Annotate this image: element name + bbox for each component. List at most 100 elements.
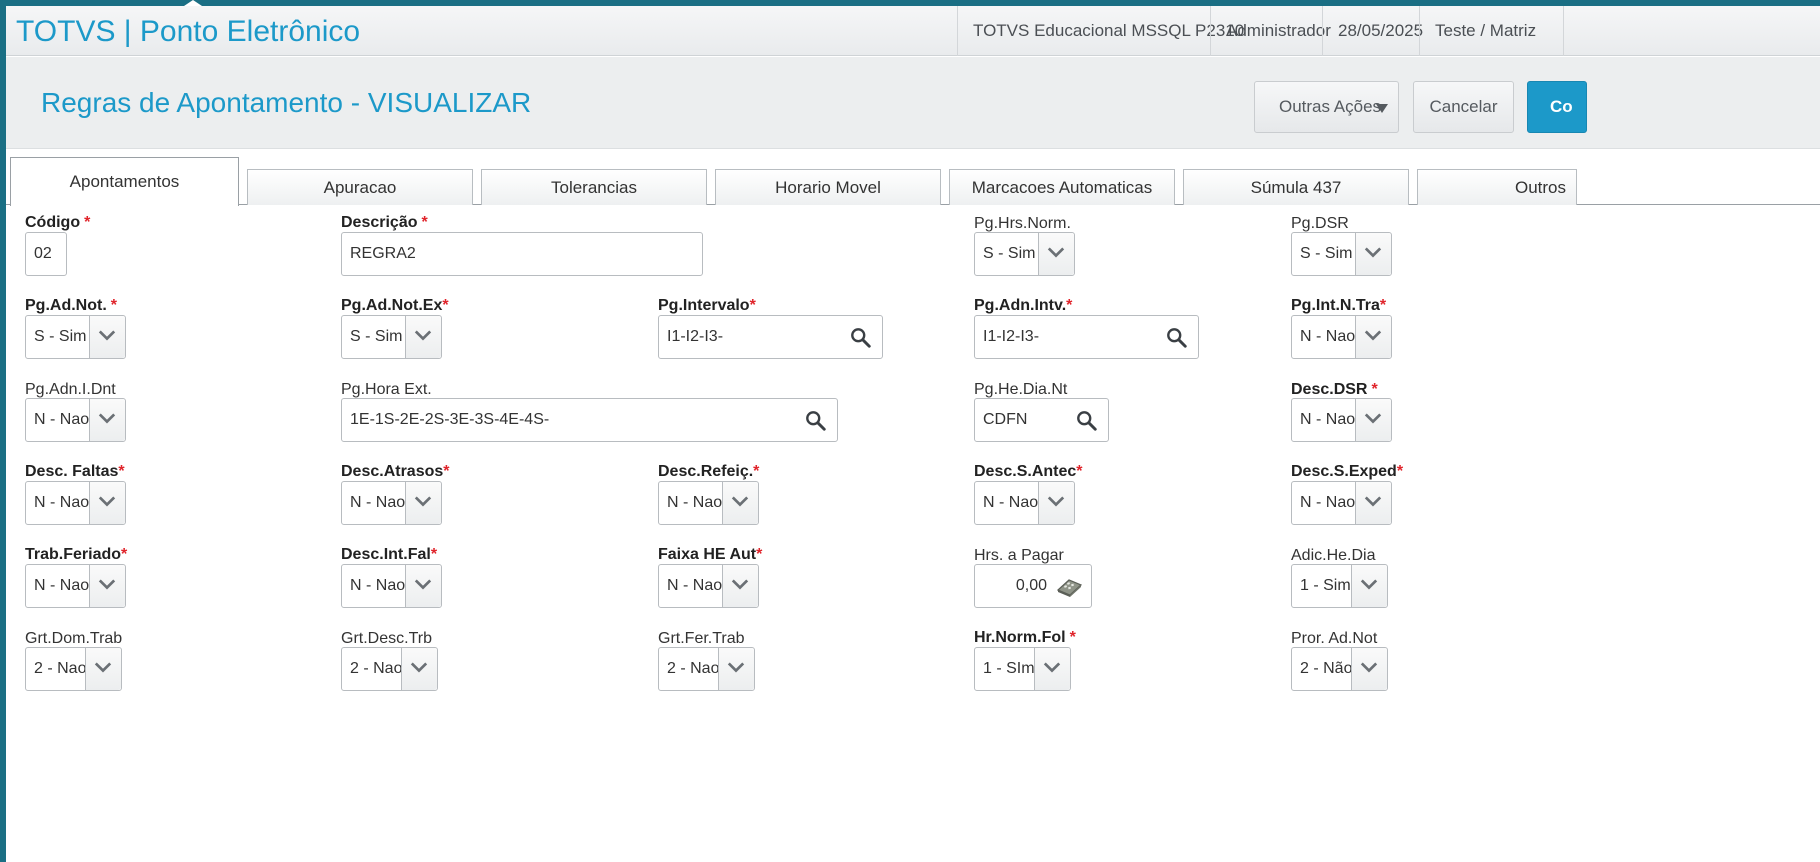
chevron-down-icon — [1364, 330, 1382, 341]
required-mark: * — [756, 546, 763, 563]
chevron-down-icon — [98, 496, 116, 507]
required-mark: * — [1076, 463, 1083, 480]
pg-ad-not-select[interactable]: S - Sim — [25, 315, 126, 359]
desc-int-fal-select[interactable]: N - Nao — [341, 564, 442, 608]
tab-apontamentos[interactable]: Apontamentos — [10, 157, 239, 206]
outras-acoes-label: Outras Ações — [1279, 97, 1382, 116]
pg-int-n-tra-label: Pg.Int.N.Tra* — [1291, 297, 1387, 314]
pg-adn-intv-label: Pg.Adn.Intv.* — [974, 297, 1073, 314]
pg-intervalo-field[interactable]: I1-I2-I3- — [658, 315, 883, 359]
pg-adn-intv-field[interactable]: I1-I2-I3- — [974, 315, 1199, 359]
codigo-field[interactable]: 02 — [25, 232, 67, 276]
hrs-a-pagar-field[interactable]: 0,00 — [974, 564, 1092, 608]
hr-norm-fol-label: Hr.Norm.Fol * — [974, 629, 1076, 646]
hrs-a-pagar-label: Hrs. a Pagar — [974, 547, 1064, 564]
pror-ad-not-select[interactable]: 2 - Não — [1291, 647, 1388, 691]
pg-adn-i-dnt-select[interactable]: N - Nao — [25, 398, 126, 442]
calculator-icon[interactable] — [1055, 575, 1083, 597]
cancel-button[interactable]: Cancelar — [1413, 81, 1514, 133]
required-mark: * — [430, 546, 438, 563]
grt-dom-trab-select[interactable]: 2 - Nao — [25, 647, 122, 691]
required-mark: * — [442, 297, 449, 314]
header-branch[interactable]: Teste / Matriz — [1419, 6, 1551, 56]
chevron-down-icon — [1360, 662, 1378, 673]
chevron-down-icon — [1360, 579, 1378, 590]
required-mark: * — [1069, 629, 1076, 646]
pg-hrs-norm-select[interactable]: S - Sim — [974, 232, 1075, 276]
pg-intervalo-label: Pg.Intervalo* — [658, 297, 756, 314]
chevron-down-icon — [98, 330, 116, 341]
pg-hrs-norm-label: Pg.Hrs.Norm. — [974, 215, 1071, 232]
grt-fer-trab-select[interactable]: 2 - Nao — [658, 647, 755, 691]
desc-refeic-select[interactable]: N - Nao — [658, 481, 759, 525]
apontamentos-form: Código * 02 Descrição * REGRA2 Pg.Hrs.Norm… — [6, 205, 1820, 862]
chevron-down-icon — [1047, 496, 1065, 507]
app-title: TOTVS | Ponto Eletrônico — [16, 15, 361, 48]
triangle-down-icon — [1376, 104, 1388, 113]
pg-ad-not-ex-select[interactable]: S - Sim — [341, 315, 442, 359]
chevron-down-icon — [414, 496, 432, 507]
required-mark: * — [110, 297, 117, 314]
chevron-down-icon — [1043, 662, 1061, 673]
pg-he-dia-nt-field[interactable]: CDFN — [974, 398, 1109, 442]
required-mark: * — [121, 546, 128, 563]
tab-label: Marcacoes Automaticas — [971, 177, 1153, 197]
search-icon[interactable] — [1166, 327, 1188, 349]
desc-s-exped-label: Desc.S.Exped* — [1291, 463, 1404, 480]
desc-s-antec-label: Desc.S.Antec* — [974, 463, 1083, 480]
required-mark: * — [118, 463, 125, 480]
desc-dsr-select[interactable]: N - Nao — [1291, 398, 1392, 442]
adic-he-dia-select[interactable]: 1 - Sim — [1291, 564, 1388, 608]
required-mark: * — [84, 214, 91, 231]
descricao-field[interactable]: REGRA2 — [341, 232, 703, 276]
page-header: Regras de Apontamento - VISUALIZAR Outra… — [6, 57, 1820, 149]
desc-refeic-label: Desc.Refeiç.* — [658, 463, 760, 480]
desc-dsr-label: Desc.DSR * — [1291, 381, 1378, 398]
search-icon[interactable] — [1076, 410, 1098, 432]
app-window: TOTVS | Ponto Eletrônico TOTVS Educacion… — [0, 0, 1820, 862]
desc-atrasos-select[interactable]: N - Nao — [341, 481, 442, 525]
pg-adn-i-dnt-label: Pg.Adn.I.Dnt — [25, 381, 116, 398]
trab-feriado-select[interactable]: N - Nao — [25, 564, 126, 608]
hr-norm-fol-select[interactable]: 1 - SIm — [974, 647, 1071, 691]
required-mark: * — [1066, 297, 1073, 314]
search-icon[interactable] — [805, 410, 827, 432]
confirm-button[interactable]: Co — [1527, 81, 1587, 133]
tab-tolerancias[interactable]: Tolerancias — [481, 169, 707, 205]
tab-label: Horario Movel — [775, 177, 881, 197]
desc-s-exped-select[interactable]: N - Nao — [1291, 481, 1392, 525]
pg-he-dia-nt-label: Pg.He.Dia.Nt — [974, 381, 1068, 398]
desc-faltas-label: Desc. Faltas* — [25, 463, 125, 480]
chevron-down-icon — [1364, 247, 1382, 258]
chevron-down-icon — [410, 662, 428, 673]
tab-label: Apuracao — [323, 177, 397, 197]
pg-hora-ext-field[interactable]: 1E-1S-2E-2S-3E-3S-4E-4S- — [341, 398, 838, 442]
outras-acoes-button[interactable]: Outras Ações — [1254, 81, 1399, 133]
tab-apuracao[interactable]: Apuracao — [247, 169, 473, 205]
descricao-label: Descrição * — [341, 214, 428, 231]
desc-s-antec-select[interactable]: N - Nao — [974, 481, 1075, 525]
grt-fer-trab-label: Grt.Fer.Trab — [658, 630, 745, 647]
app-header: TOTVS | Ponto Eletrônico TOTVS Educacion… — [6, 6, 1820, 56]
grt-desc-trb-select[interactable]: 2 - Nao — [341, 647, 438, 691]
required-mark: * — [1396, 463, 1404, 480]
chevron-down-icon — [98, 579, 116, 590]
header-divider — [1563, 6, 1564, 56]
tab-sumula-437[interactable]: Súmula 437 — [1183, 169, 1409, 205]
tab-label: Tolerancias — [551, 177, 637, 197]
adic-he-dia-label: Adic.He.Dia — [1291, 547, 1376, 564]
grt-dom-trab-label: Grt.Dom.Trab — [25, 630, 123, 647]
pg-ad-not-label: Pg.Ad.Not. * — [25, 297, 117, 314]
tab-outros[interactable]: Outros — [1417, 169, 1577, 205]
chevron-down-icon — [1047, 247, 1065, 258]
desc-faltas-select[interactable]: N - Nao — [25, 481, 126, 525]
search-icon[interactable] — [850, 327, 872, 349]
required-mark: * — [753, 463, 760, 480]
pror-ad-not-label: Pror. Ad.Not — [1291, 630, 1378, 647]
required-mark: * — [749, 297, 756, 314]
faixa-he-aut-select[interactable]: N - Nao — [658, 564, 759, 608]
tab-marcacoes-automaticas[interactable]: Marcacoes Automaticas — [949, 169, 1175, 205]
tab-horario-movel[interactable]: Horario Movel — [715, 169, 941, 205]
pg-dsr-select[interactable]: S - Sim — [1291, 232, 1392, 276]
pg-int-n-tra-select[interactable]: N - Nao — [1291, 315, 1392, 359]
